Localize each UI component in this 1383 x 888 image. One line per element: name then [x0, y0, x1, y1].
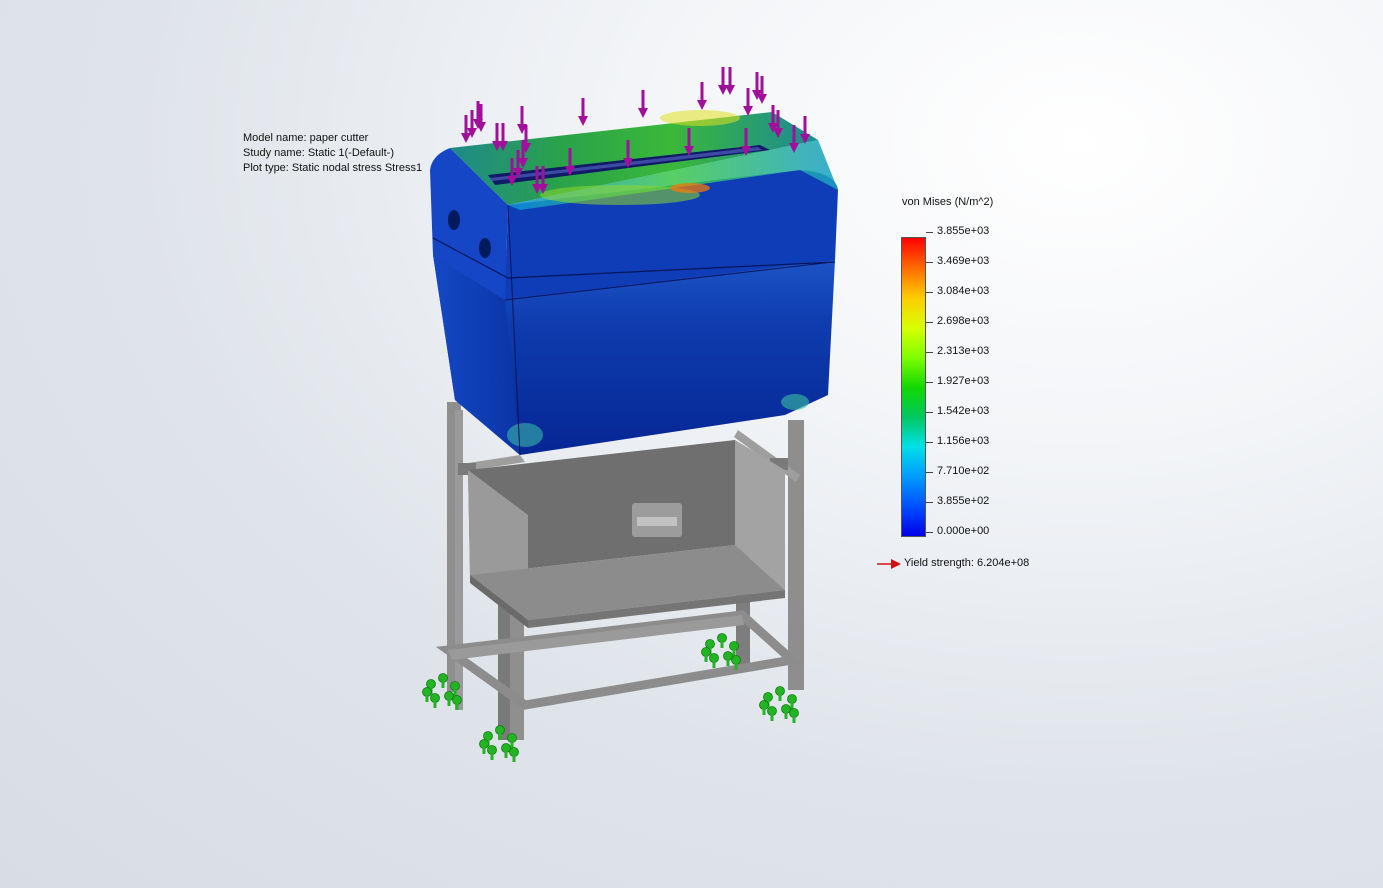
colorbar-tick-label: 3.855e+02 — [937, 495, 990, 507]
colorbar-tick-label: 3.084e+03 — [937, 285, 990, 297]
fea-model-view[interactable] — [0, 0, 1383, 888]
stress-colorbar[interactable] — [901, 237, 926, 537]
colorbar-tick — [926, 292, 933, 293]
plot-type-label: Plot type: Static nodal stress Stress1 — [243, 162, 423, 174]
down-arrow-icon — [718, 67, 728, 95]
colorbar-tick — [926, 232, 933, 233]
right-arrow-icon — [877, 559, 901, 569]
colorbar-tick — [926, 442, 933, 444]
colorbar-tick-label: 1.542e+03 — [937, 405, 990, 417]
colorbar-tick — [926, 382, 933, 384]
down-arrow-icon — [638, 90, 648, 118]
down-arrow-icon — [578, 98, 588, 126]
colorbar-tick — [926, 532, 933, 533]
legend-title: von Mises (N/m^2) — [902, 196, 994, 208]
colorbar-tick-label: 7.710e+02 — [937, 465, 990, 477]
graphics-viewport[interactable]: Model name: paper cutter Study name: Sta… — [0, 0, 1383, 888]
colorbar-tick — [926, 502, 933, 503]
hopper-body — [430, 110, 838, 456]
collection-bin — [468, 440, 785, 628]
yield-strength-label: Yield strength: 6.204e+08 — [904, 557, 1030, 569]
colorbar-tick-label: 3.469e+03 — [937, 255, 990, 268]
colorbar-tick — [926, 352, 933, 353]
colorbar-tick — [926, 262, 933, 264]
colorbar-tick-label: 2.698e+03 — [937, 315, 990, 328]
down-arrow-icon — [697, 82, 707, 110]
study-name-label: Study name: Static 1(-Default-) — [243, 147, 395, 159]
model-name-label: Model name: paper cutter — [243, 132, 369, 144]
down-arrow-icon — [725, 67, 735, 95]
study-info: Model name: paper cutter Study name: Sta… — [243, 131, 422, 176]
colorbar-tick-label: 1.927e+03 — [937, 375, 990, 388]
colorbar-tick-label: 0.000e+00 — [937, 525, 990, 537]
colorbar-tick-label: 2.313e+03 — [937, 345, 990, 357]
colorbar-tick-label: 3.855e+03 — [937, 225, 990, 237]
colorbar-tick — [926, 472, 933, 473]
colorbar-tick — [926, 322, 933, 324]
colorbar-tick-label: 1.156e+03 — [937, 435, 990, 448]
fixed-geometry-icon — [759, 686, 799, 723]
colorbar-tick — [926, 412, 933, 413]
fixed-geometry-icon — [701, 633, 741, 670]
down-arrow-icon — [743, 88, 753, 116]
